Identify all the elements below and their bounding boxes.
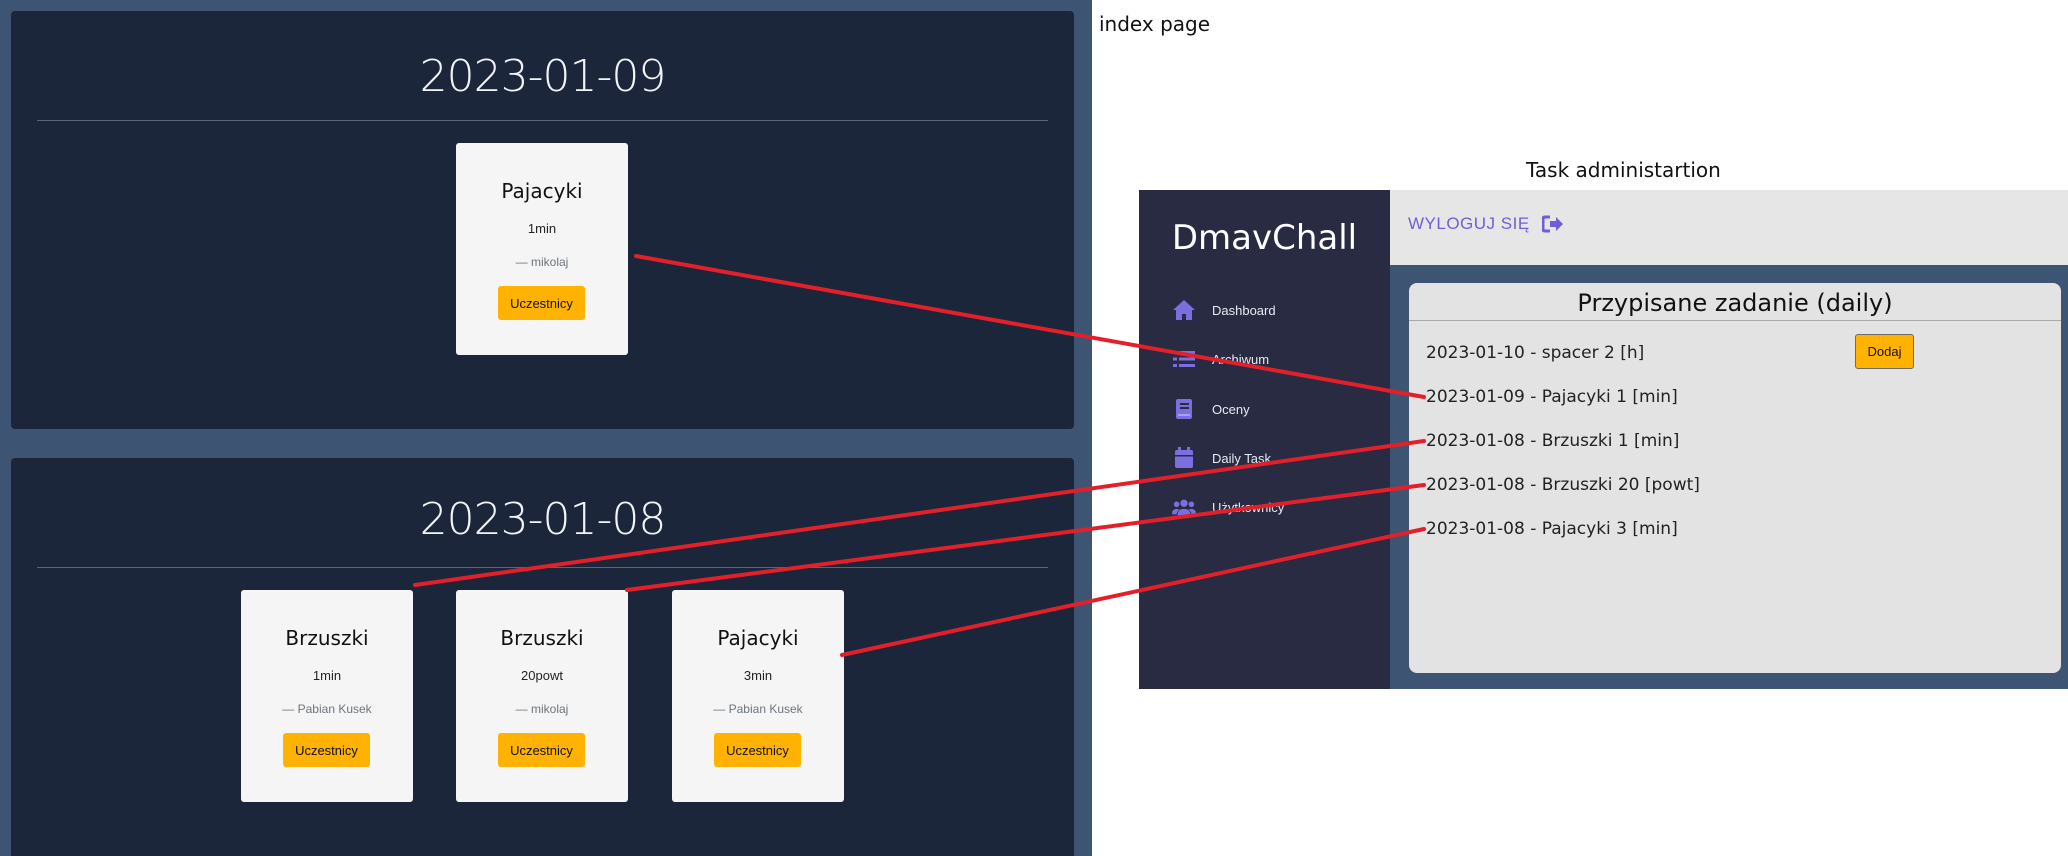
task-author: — mikolaj: [515, 255, 569, 269]
task-name: Brzuszki: [285, 626, 369, 650]
task-amount: 1min: [527, 221, 557, 236]
sidebar-item-label: Oceny: [1212, 401, 1250, 417]
sidebar-item-label: Archiwum: [1212, 351, 1270, 367]
index-page: 2023-01-09 Pajacyki 1min — mikolaj Uczes…: [0, 0, 1092, 856]
task-amount: 1min: [312, 668, 342, 683]
sidebar-item-uzytkownicy[interactable]: Użytkownicy: [1172, 492, 1284, 522]
task-amount: 20powt: [521, 668, 563, 683]
task-name: Brzuszki: [500, 626, 584, 650]
task-name: Pajacyki: [501, 179, 583, 203]
task-author: — Pabian Kusek: [282, 702, 372, 716]
brand-logo[interactable]: DmavChall: [1139, 218, 1390, 258]
sidebar-item-dashboard[interactable]: Dashboard: [1172, 295, 1276, 325]
task-author: — Pabian Kusek: [713, 702, 803, 716]
day-date: 2023-01-09: [419, 51, 667, 102]
sidebar-item-archiwum[interactable]: Archiwum: [1172, 344, 1269, 374]
task-author: — mikolaj: [515, 702, 569, 716]
list-icon: [1172, 347, 1196, 371]
participants-button[interactable]: Uczestnicy: [714, 733, 801, 767]
day-date: 2023-01-08: [419, 494, 667, 545]
participants-button[interactable]: Uczestnicy: [498, 286, 585, 320]
admin-panel: DmavChall Dashboard Archiwum Oceny Daily…: [1139, 190, 2068, 689]
divider: [37, 567, 1048, 568]
assigned-task-row: 2023-01-08 - Pajacyki 3 [min]: [1426, 519, 1678, 539]
home-icon: [1172, 298, 1196, 322]
screenshot-root: 2023-01-09 Pajacyki 1min — mikolaj Uczes…: [0, 0, 2068, 856]
sidebar-item-label: Daily Task: [1212, 450, 1272, 466]
day-panel: 2023-01-09 Pajacyki 1min — mikolaj Uczes…: [11, 11, 1074, 429]
add-button[interactable]: Dodaj: [1855, 334, 1914, 369]
assigned-task-row: 2023-01-08 - Brzuszki 1 [min]: [1426, 431, 1680, 451]
task-card: Brzuszki 20powt — mikolaj Uczestnicy: [456, 590, 628, 802]
divider: [1409, 320, 2061, 321]
assigned-task-row: 2023-01-10 - spacer 2 [h]: [1426, 343, 1645, 363]
book-icon: [1172, 397, 1196, 421]
logout-label: WYLOGUJ SIĘ: [1408, 214, 1530, 233]
task-card: Pajacyki 1min — mikolaj Uczestnicy: [456, 143, 628, 355]
task-card: Pajacyki 3min — Pabian Kusek Uczestnicy: [672, 590, 844, 802]
index-page-label: index page: [1099, 12, 1211, 36]
sidebar: DmavChall Dashboard Archiwum Oceny Daily…: [1139, 190, 1390, 689]
divider: [37, 120, 1048, 121]
participants-button[interactable]: Uczestnicy: [498, 733, 585, 767]
sidebar-item-label: Użytkownicy: [1212, 499, 1285, 515]
task-administration-label: Task administartion: [1526, 158, 1721, 182]
assigned-task-row: 2023-01-09 - Pajacyki 1 [min]: [1426, 387, 1678, 407]
day-panel: 2023-01-08 Brzuszki 1min — Pabian Kusek …: [11, 458, 1074, 856]
users-icon: [1172, 495, 1196, 519]
logout-button[interactable]: WYLOGUJ SIĘ: [1408, 214, 1564, 234]
sidebar-item-daily-task[interactable]: Daily Task: [1172, 443, 1271, 473]
task-card: Brzuszki 1min — Pabian Kusek Uczestnicy: [241, 590, 413, 802]
assigned-task-row: 2023-01-08 - Brzuszki 20 [powt]: [1426, 475, 1700, 495]
top-bar: WYLOGUJ SIĘ: [1390, 190, 2068, 265]
task-name: Pajacyki: [717, 626, 799, 650]
sign-out-icon: [1541, 214, 1564, 234]
sidebar-item-label: Dashboard: [1212, 302, 1276, 318]
assigned-tasks-card: Przypisane zadanie (daily) 2023-01-10 - …: [1409, 283, 2061, 673]
task-amount: 3min: [743, 668, 773, 683]
calendar-icon: [1172, 446, 1196, 470]
card-title: Przypisane zadanie (daily): [1577, 289, 1893, 317]
participants-button[interactable]: Uczestnicy: [283, 733, 370, 767]
sidebar-item-oceny[interactable]: Oceny: [1172, 394, 1250, 424]
